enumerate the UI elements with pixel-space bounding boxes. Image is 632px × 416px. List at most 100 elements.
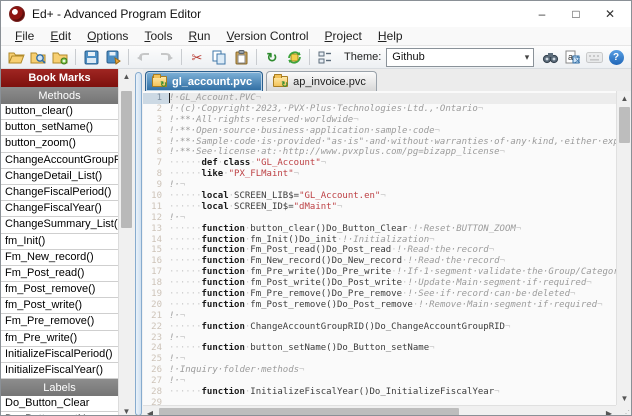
list-item[interactable]: ChangeDetail_List() bbox=[1, 169, 118, 185]
line-text: ······function·button_setName()Do_Button… bbox=[169, 343, 616, 354]
code-line[interactable]: 21!·¬ bbox=[143, 311, 616, 322]
list-item[interactable]: InitializeFiscalPeriod() bbox=[1, 347, 118, 363]
menu-options[interactable]: Options bbox=[79, 28, 136, 44]
code-line[interactable]: 14······function·fm_Init()Do_init·!·Init… bbox=[143, 235, 616, 246]
code-line[interactable]: 23!·¬ bbox=[143, 333, 616, 344]
sidebar-scroll-thumb[interactable] bbox=[121, 91, 132, 228]
line-number: 12 bbox=[143, 213, 169, 224]
refresh-icon[interactable]: ↻ bbox=[261, 47, 283, 67]
scroll-right-icon[interactable]: ▶ bbox=[602, 406, 616, 416]
list-item[interactable]: Fm_Post_read() bbox=[1, 266, 118, 282]
list-item[interactable]: Do_Button_setName bbox=[1, 412, 118, 416]
code-line[interactable]: 22······function·ChangeAccountGroupRID()… bbox=[143, 322, 616, 333]
tab-ap_invoice-pvc[interactable]: ap_invoice.pvc bbox=[266, 71, 377, 91]
code-line[interactable]: 25!·¬ bbox=[143, 354, 616, 365]
scroll-up-icon[interactable]: ▲ bbox=[119, 69, 134, 84]
code-line[interactable]: 6!·**·See·license·at:·http://www.pvxplus… bbox=[143, 147, 616, 158]
outline-view-icon[interactable] bbox=[314, 47, 336, 67]
scroll-up-icon[interactable]: ▲ bbox=[617, 91, 631, 105]
spell-check-icon[interactable]: a文 bbox=[561, 47, 583, 67]
code-line[interactable]: 16······function·Fm_New_record()Do_New_r… bbox=[143, 256, 616, 267]
paste-icon[interactable] bbox=[230, 47, 252, 67]
maximize-button[interactable]: □ bbox=[559, 3, 593, 25]
code-line[interactable]: 18······function·fm_Post_write()Do_Post_… bbox=[143, 278, 616, 289]
tab-gl_account-pvc[interactable]: gl_account.pvc bbox=[145, 71, 263, 91]
list-item[interactable]: ChangeSummary_List() bbox=[1, 217, 118, 233]
code-line[interactable]: 13······function·button_clear()Do_Button… bbox=[143, 224, 616, 235]
help-icon[interactable]: ? bbox=[605, 47, 627, 67]
editor-vscroll-thumb[interactable] bbox=[619, 107, 630, 143]
code-line[interactable]: 12!·¬ bbox=[143, 213, 616, 224]
list-item[interactable]: InitializeFiscalYear() bbox=[1, 363, 118, 379]
list-item[interactable]: button_clear() bbox=[1, 104, 118, 120]
list-item[interactable]: fm_Post_write() bbox=[1, 298, 118, 314]
pane-splitter[interactable] bbox=[133, 69, 143, 416]
code-line[interactable]: 15······function·Fm_Post_read()Do_Post_r… bbox=[143, 245, 616, 256]
list-item[interactable]: Fm_Pre_remove() bbox=[1, 314, 118, 330]
find-icon[interactable] bbox=[539, 47, 561, 67]
keyboard-icon[interactable] bbox=[583, 47, 605, 67]
save-as-icon[interactable] bbox=[102, 47, 124, 67]
theme-dropdown[interactable]: Github ▾ bbox=[386, 48, 534, 67]
undo-icon[interactable] bbox=[133, 47, 155, 67]
list-item[interactable]: fm_Post_remove() bbox=[1, 282, 118, 298]
editor-horizontal-scrollbar[interactable]: ◀ ▶ bbox=[143, 405, 616, 416]
list-item[interactable]: button_setName() bbox=[1, 120, 118, 136]
code-line[interactable]: 9!·¬ bbox=[143, 180, 616, 191]
list-item[interactable]: fm_Init() bbox=[1, 234, 118, 250]
code-line[interactable]: 5!·**·Sample·code·is·provided·"as·is"·an… bbox=[143, 137, 616, 148]
code-line[interactable]: 28······function·InitializeFiscalYear()D… bbox=[143, 387, 616, 398]
list-item[interactable]: ChangeFiscalYear() bbox=[1, 201, 118, 217]
editor-hscroll-thumb[interactable] bbox=[159, 408, 459, 416]
code-line[interactable]: 10······local·SCREEN_LIB$="GL_Account.en… bbox=[143, 191, 616, 202]
find-in-files-icon[interactable] bbox=[27, 47, 49, 67]
code-line[interactable]: 2!·(c)·Copyright·2023,·PVX·Plus·Technolo… bbox=[143, 104, 616, 115]
list-item[interactable]: ChangeAccountGroupRID() bbox=[1, 153, 118, 169]
scroll-left-icon[interactable]: ◀ bbox=[143, 406, 157, 416]
code-line[interactable]: 17······function·fm_Pre_write()Do_Pre_wr… bbox=[143, 267, 616, 278]
code-line[interactable]: 19······function·Fm_Pre_remove()Do_Pre_r… bbox=[143, 289, 616, 300]
list-item[interactable]: Fm_New_record() bbox=[1, 250, 118, 266]
menu-project[interactable]: Project bbox=[317, 28, 370, 44]
menu-tools[interactable]: Tools bbox=[136, 28, 180, 44]
editor-vertical-scrollbar[interactable]: ▲ ▼ bbox=[616, 91, 631, 405]
sidebar-scrollbar[interactable]: ▲ ▼ bbox=[118, 69, 133, 416]
open-project-icon[interactable] bbox=[49, 47, 71, 67]
line-text: ······function·button_clear()Do_Button_C… bbox=[169, 224, 616, 235]
list-item[interactable]: Do_Button_Clear bbox=[1, 396, 118, 412]
menu-run[interactable]: Run bbox=[180, 28, 218, 44]
code-editor[interactable]: 1!·GL_Account.PVC¬2!·(c)·Copyright·2023,… bbox=[143, 91, 631, 416]
line-text: !·GL_Account.PVC¬ bbox=[169, 93, 616, 104]
code-line[interactable]: 3!·**·All·rights·reserved·worldwide¬ bbox=[143, 115, 616, 126]
open-file-icon[interactable] bbox=[5, 47, 27, 67]
list-item[interactable]: fm_Pre_write() bbox=[1, 331, 118, 347]
menu-help[interactable]: Help bbox=[370, 28, 411, 44]
code-line[interactable]: 20······function·fm_Post_remove()Do_Post… bbox=[143, 300, 616, 311]
list-item[interactable]: button_zoom() bbox=[1, 136, 118, 152]
line-number: 10 bbox=[143, 191, 169, 202]
line-number: 28 bbox=[143, 387, 169, 398]
code-line[interactable]: 4!·**·Open·source·business·application·s… bbox=[143, 126, 616, 137]
code-line[interactable]: 27!·¬ bbox=[143, 376, 616, 387]
bookmarks-sections: Methodsbutton_clear()button_setName()but… bbox=[1, 87, 118, 416]
cut-icon[interactable]: ✂ bbox=[186, 47, 208, 67]
resize-grip[interactable]: ⋰ bbox=[616, 405, 631, 416]
menu-version-control[interactable]: Version Control bbox=[218, 28, 316, 44]
update-icon[interactable] bbox=[283, 47, 305, 67]
copy-icon[interactable] bbox=[208, 47, 230, 67]
code-line[interactable]: 24······function·button_setName()Do_Butt… bbox=[143, 343, 616, 354]
close-button[interactable]: ✕ bbox=[593, 3, 627, 25]
code-line[interactable]: 11······local·SCREEN_ID$="dMaint"¬ bbox=[143, 202, 616, 213]
code-line[interactable]: 8······like·"PX_FLMaint"¬ bbox=[143, 169, 616, 180]
redo-icon[interactable] bbox=[155, 47, 177, 67]
list-item[interactable]: ChangeFiscalPeriod() bbox=[1, 185, 118, 201]
code-line[interactable]: 26!·Inquiry·folder·methods¬ bbox=[143, 365, 616, 376]
minimize-button[interactable]: – bbox=[525, 3, 559, 25]
menu-file[interactable]: File bbox=[7, 28, 42, 44]
code-line[interactable]: 7······def·class·"GL_Account"¬ bbox=[143, 158, 616, 169]
scroll-down-icon[interactable]: ▼ bbox=[119, 404, 134, 416]
save-icon[interactable] bbox=[80, 47, 102, 67]
scroll-down-icon[interactable]: ▼ bbox=[617, 391, 631, 405]
code-line[interactable]: 1!·GL_Account.PVC¬ bbox=[143, 93, 616, 104]
menu-edit[interactable]: Edit bbox=[42, 28, 79, 44]
